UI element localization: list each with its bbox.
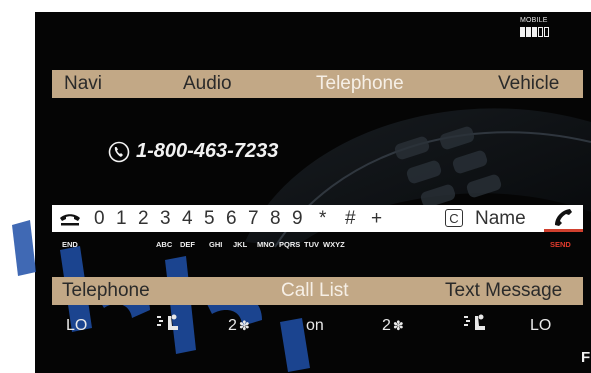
menu-telephone[interactable]: Telephone xyxy=(316,73,404,95)
left-fan-speed[interactable]: 2 ✽ xyxy=(228,317,250,335)
name-key[interactable]: Name xyxy=(475,208,526,230)
submenu-call-list[interactable]: Call List xyxy=(281,280,349,302)
signal-bar xyxy=(532,27,537,37)
key-plus[interactable]: + xyxy=(371,208,382,230)
key-5[interactable]: 5 xyxy=(204,208,215,230)
right-seat-airflow-icon[interactable] xyxy=(461,313,487,335)
left-seat-airflow-icon[interactable] xyxy=(154,313,180,335)
corner-label: F xyxy=(581,349,591,366)
dialed-number-display: 1-800-463-7233 xyxy=(108,140,278,163)
key-letters-9: WXYZ xyxy=(323,240,345,249)
key-letters-8: TUV xyxy=(304,240,319,249)
left-fan-value: 2 xyxy=(228,317,237,334)
fan-icon: ✽ xyxy=(392,318,404,333)
signal-strength-indicator xyxy=(520,27,549,37)
key-9[interactable]: 9 xyxy=(292,208,303,230)
signal-bar xyxy=(520,27,525,37)
right-fan-speed[interactable]: 2 ✽ xyxy=(382,317,404,335)
signal-bar xyxy=(544,27,549,37)
phone-handset-icon xyxy=(108,141,130,162)
key-letters-2: ABC xyxy=(156,240,173,249)
climate-mode[interactable]: on xyxy=(306,317,324,335)
key-hash[interactable]: # xyxy=(345,208,356,230)
clear-key[interactable]: C xyxy=(445,209,463,227)
dialed-number: 1-800-463-7233 xyxy=(136,140,279,162)
key-4[interactable]: 4 xyxy=(182,208,193,230)
left-temperature[interactable]: LO xyxy=(66,317,87,335)
key-star[interactable]: * xyxy=(319,208,326,230)
key-letters-6: MNO xyxy=(257,240,275,249)
key-0[interactable]: 0 xyxy=(94,208,105,230)
bottom-menu-bar: Telephone Call List Text Message xyxy=(52,277,583,305)
end-call-icon[interactable] xyxy=(59,212,81,226)
menu-navi[interactable]: Navi xyxy=(64,73,102,95)
submenu-text-message[interactable]: Text Message xyxy=(445,280,562,302)
key-6[interactable]: 6 xyxy=(226,208,237,230)
key-letters-4: GHI xyxy=(209,240,223,249)
signal-label: MOBILE xyxy=(520,17,548,24)
top-menu-bar: Navi Audio Telephone Vehicle xyxy=(52,70,583,98)
key-7[interactable]: 7 xyxy=(248,208,259,230)
key-letters-5: JKL xyxy=(233,240,248,249)
signal-bar xyxy=(538,27,543,37)
end-label: END xyxy=(62,240,78,249)
key-letters-7: PQRS xyxy=(279,240,301,249)
key-2[interactable]: 2 xyxy=(138,208,149,230)
menu-vehicle[interactable]: Vehicle xyxy=(498,73,559,95)
menu-audio[interactable]: Audio xyxy=(183,73,232,95)
send-call-icon[interactable] xyxy=(552,207,576,227)
key-letters-3: DEF xyxy=(180,240,195,249)
fan-icon: ✽ xyxy=(238,318,250,333)
right-fan-value: 2 xyxy=(382,317,391,334)
key-3[interactable]: 3 xyxy=(160,208,171,230)
send-label: SEND xyxy=(550,240,571,249)
signal-bar xyxy=(526,27,531,37)
send-underline xyxy=(544,229,583,232)
keypad-bar: 0 1 2 3 4 5 6 7 8 9 * # + C Name xyxy=(52,205,583,232)
key-1[interactable]: 1 xyxy=(116,208,127,230)
submenu-telephone[interactable]: Telephone xyxy=(62,280,150,302)
key-8[interactable]: 8 xyxy=(270,208,281,230)
right-temperature[interactable]: LO xyxy=(530,317,551,335)
